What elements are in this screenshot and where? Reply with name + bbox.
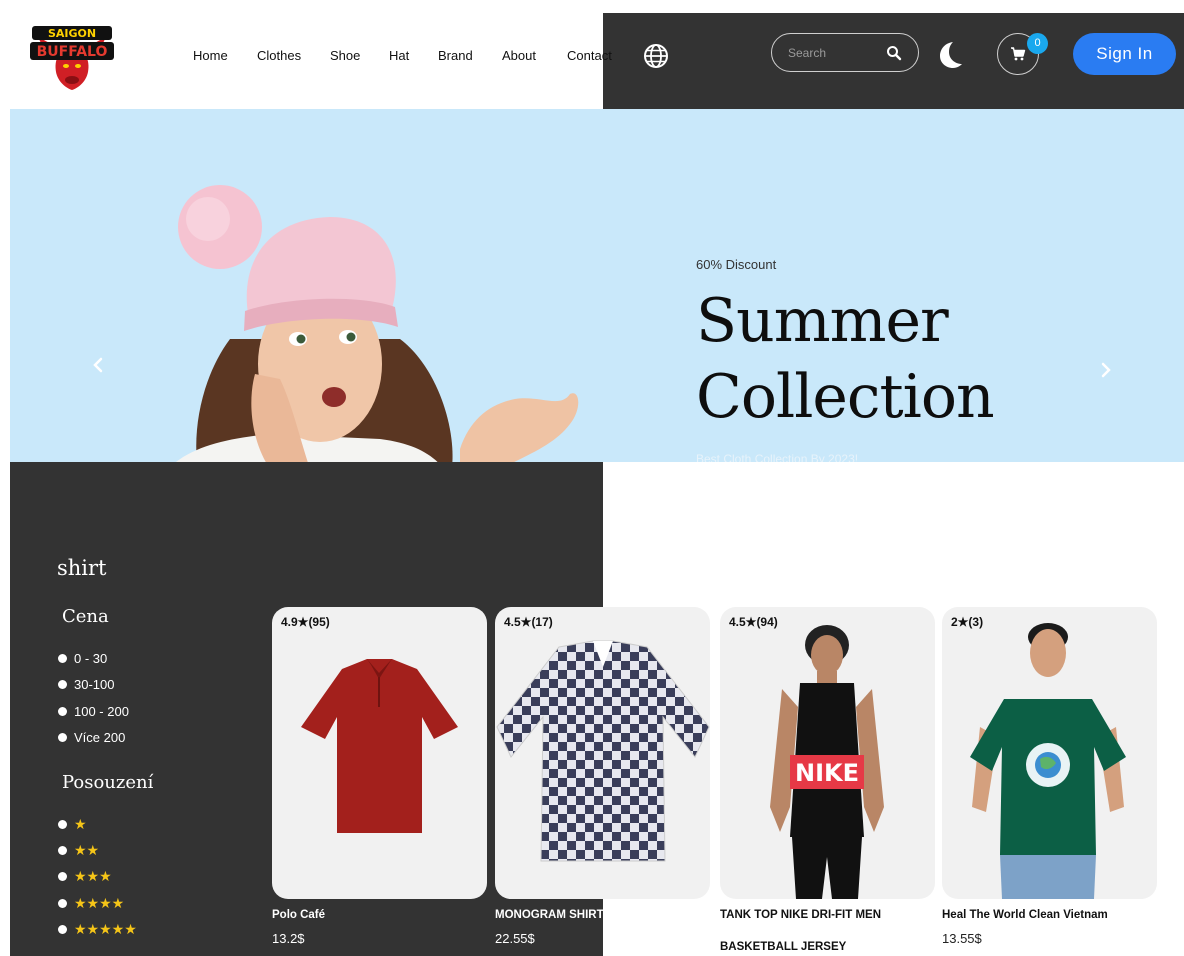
price-option-label: Více 200 <box>74 729 126 745</box>
sign-in-button[interactable]: Sign In <box>1073 33 1176 75</box>
star-rating-icons: ★★★★★ <box>74 920 137 937</box>
radio-dot[interactable] <box>58 898 67 908</box>
star-rating-icons: ★★★★ <box>74 894 125 911</box>
product-name[interactable]: Polo Café <box>272 907 325 923</box>
price-option-label: 0 - 30 <box>74 650 108 666</box>
product-card[interactable]: 4.9★(95) <box>272 607 487 899</box>
star-rating-icons: ★★★ <box>74 867 112 884</box>
cart-icon <box>1010 46 1026 62</box>
radio-dot[interactable] <box>58 924 67 934</box>
product-image <box>496 640 710 862</box>
svg-text:BUFFALO: BUFFALO <box>37 44 108 60</box>
price-option[interactable]: Více 200 <box>58 728 125 746</box>
brand-logo[interactable]: SAIGON BUFFALO <box>28 20 116 92</box>
nav-clothes[interactable]: Clothes <box>257 48 301 63</box>
search-icon[interactable] <box>886 45 902 61</box>
product-name[interactable]: MONOGRAM SHIRT SGS x CLOWNZ <box>495 907 694 923</box>
price-option-label: 30-100 <box>74 676 115 692</box>
product-image <box>970 623 1126 899</box>
rating-option[interactable]: ★★★★ <box>58 894 124 912</box>
product-rating: 4.5★(94) <box>729 615 778 629</box>
product-name[interactable]: TANK TOP NIKE DRI-FIT MEN BASKETBALL JER… <box>720 907 881 955</box>
product-price: 22.55$ <box>495 931 535 946</box>
moon-icon[interactable] <box>935 38 965 70</box>
page: SAIGON BUFFALO Home Clothes Shoe Hat Bra… <box>0 0 1184 956</box>
radio-dot[interactable] <box>58 732 67 742</box>
star-rating-icons: ★★ <box>74 841 100 858</box>
globe-icon[interactable] <box>643 43 669 69</box>
radio-dot[interactable] <box>58 653 67 663</box>
hero-discount-text: 60% Discount <box>696 257 777 272</box>
search-box <box>771 33 919 72</box>
radio-dot[interactable] <box>58 871 67 881</box>
svg-text:NIKE: NIKE <box>795 759 859 787</box>
price-option[interactable]: 100 - 200 <box>58 702 129 720</box>
product-rating: 4.9★(95) <box>281 615 330 629</box>
radio-dot[interactable] <box>58 819 67 829</box>
product-price: 13.55$ <box>942 931 982 946</box>
price-option-label: 100 - 200 <box>74 703 129 719</box>
radio-dot[interactable] <box>58 679 67 689</box>
nav-shoe[interactable]: Shoe <box>330 48 360 63</box>
product-card[interactable]: NIKE 4.5★(94) <box>720 607 935 899</box>
star-rating-icons: ★ <box>74 815 87 832</box>
nav-home[interactable]: Home <box>193 48 228 63</box>
nav-hat[interactable]: Hat <box>389 48 409 63</box>
hero-title-line1: Summer <box>696 286 949 356</box>
product-price: 13.2$ <box>272 931 305 946</box>
hero-subtitle: Best Cloth Collection By 2023! <box>696 452 859 462</box>
svg-text:SAIGON: SAIGON <box>48 27 96 40</box>
carousel-prev-arrow[interactable] <box>91 355 105 375</box>
product-image <box>301 659 458 833</box>
product-name[interactable]: Heal The World Clean Vietnam <box>942 907 1108 923</box>
rating-option[interactable]: ★★★ <box>58 867 112 885</box>
rating-option[interactable]: ★★ <box>58 841 99 859</box>
rating-option[interactable]: ★ <box>58 815 87 833</box>
category-title: shirt <box>57 556 107 580</box>
product-rating: 2★(3) <box>951 615 984 629</box>
product-rating: 4.5★(17) <box>504 615 553 629</box>
product-name-line1: TANK TOP NIKE DRI-FIT MEN <box>720 909 881 921</box>
product-card[interactable]: 2★(3) <box>942 607 1157 899</box>
rating-option[interactable]: ★★★★★ <box>58 920 137 938</box>
product-image: NIKE <box>770 625 884 899</box>
nav-about[interactable]: About <box>502 48 536 63</box>
radio-dot[interactable] <box>58 845 67 855</box>
hero-banner <box>10 109 1184 462</box>
price-option[interactable]: 0 - 30 <box>58 649 107 667</box>
product-card[interactable]: 4.5★(17) <box>495 607 710 899</box>
hero-model-image <box>176 185 579 462</box>
carousel-next-arrow[interactable] <box>1099 360 1113 380</box>
product-name-text: MONOGRAM SHIRT SGS x CLOWNZ <box>495 909 695 921</box>
hero-title: Summer Collection <box>696 283 995 435</box>
nav-contact[interactable]: Contact <box>567 48 612 63</box>
price-filter-heading: Cena <box>62 606 109 627</box>
nav-brand[interactable]: Brand <box>438 48 473 63</box>
price-option[interactable]: 30-100 <box>58 675 114 693</box>
search-input[interactable] <box>788 44 878 62</box>
hero-title-line2: Collection <box>696 362 995 432</box>
cart-count-badge: 0 <box>1027 33 1048 54</box>
radio-dot[interactable] <box>58 706 67 716</box>
product-name-line2: BASKETBALL JERSEY <box>720 941 847 953</box>
rating-filter-heading: Posouzení <box>62 772 154 793</box>
